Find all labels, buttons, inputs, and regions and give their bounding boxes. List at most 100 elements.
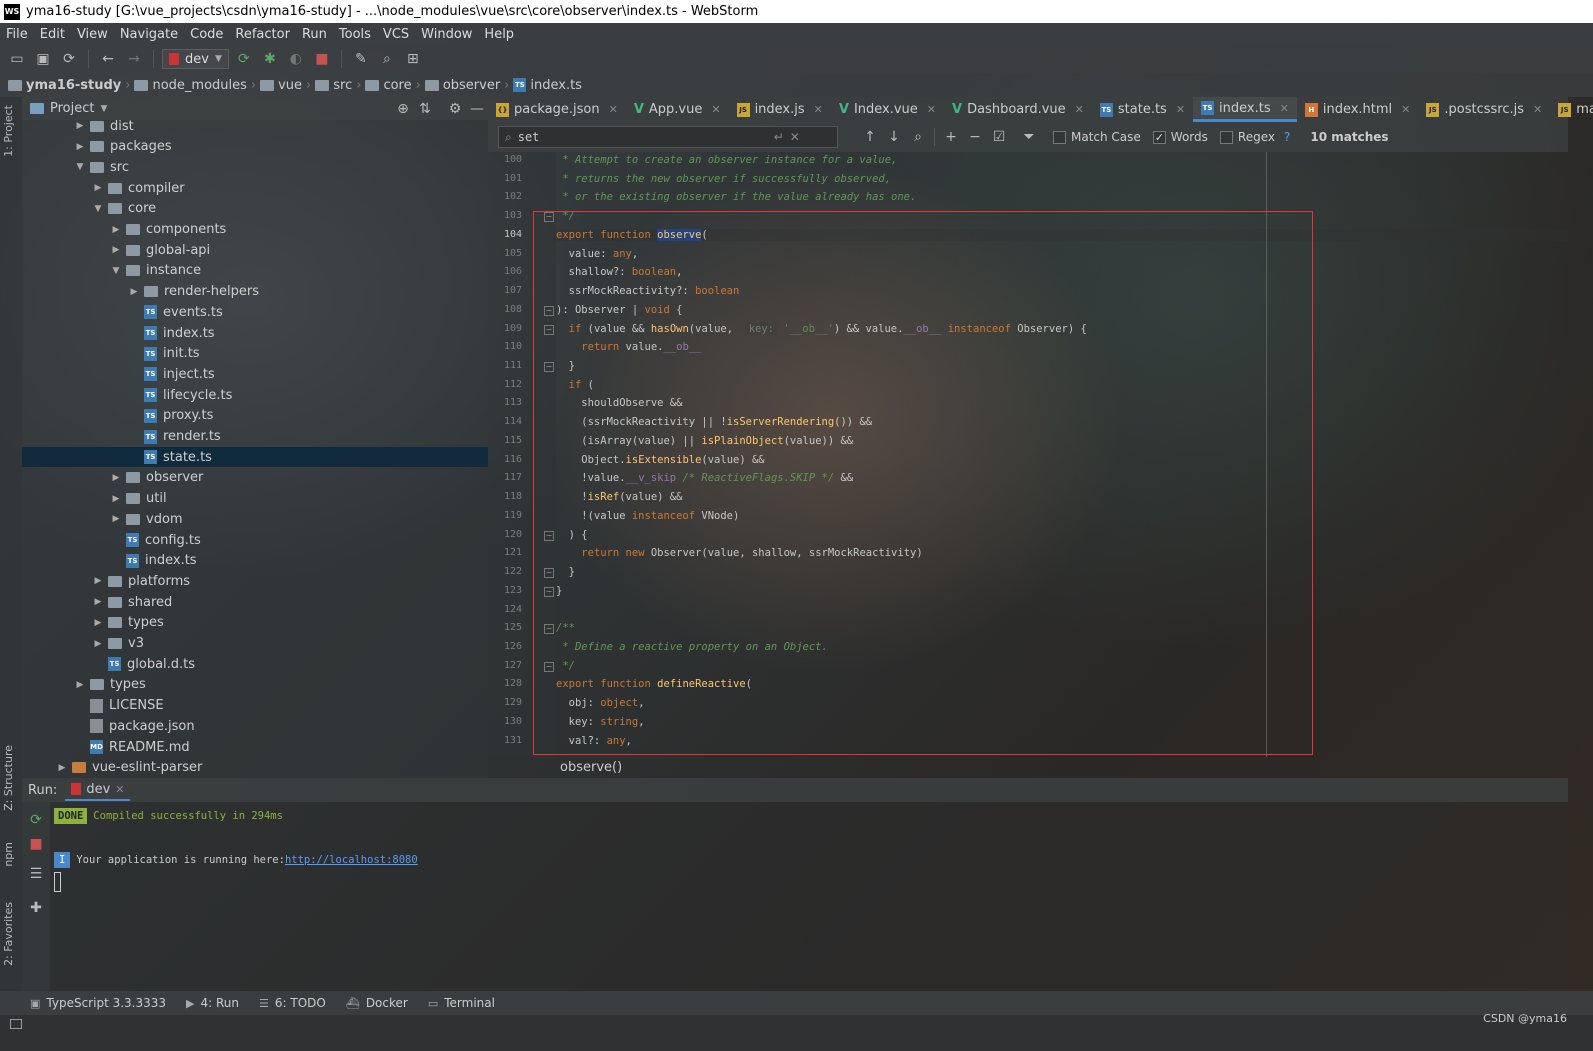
editor-tab[interactable]: Hindex.html ✕ xyxy=(1297,97,1419,122)
chevron-right-icon[interactable]: ▶ xyxy=(110,514,122,524)
tree-item[interactable]: ▶ compiler xyxy=(22,178,488,198)
menu-item-tools[interactable]: Tools xyxy=(333,27,377,42)
tree-item[interactable]: ▶ vue-eslint-parser xyxy=(22,758,488,778)
tree-item[interactable]: ▶ render-helpers xyxy=(22,282,488,302)
chevron-right-icon[interactable]: ▶ xyxy=(110,473,122,483)
project-tool-tab[interactable]: 1: Project xyxy=(2,105,15,157)
search-icon[interactable]: ⌕ xyxy=(505,130,512,145)
code-line[interactable]: shallow?: boolean, xyxy=(556,266,683,278)
code-line[interactable]: value: any, xyxy=(556,248,639,260)
tree-item[interactable]: ▶ types xyxy=(22,613,488,633)
run-config-select[interactable]: dev ▼ xyxy=(162,49,229,69)
words-checkbox[interactable]: ✓ Words xyxy=(1152,130,1208,144)
menu-item-view[interactable]: View xyxy=(71,27,114,42)
chevron-right-icon[interactable]: ▶ xyxy=(74,121,86,131)
code-line[interactable]: * or the existing observer if the value … xyxy=(556,191,916,203)
stop-icon[interactable]: ■ xyxy=(311,49,333,69)
code-line[interactable]: val?: any, xyxy=(556,735,632,747)
previous-match-icon[interactable]: ↑ xyxy=(858,129,882,145)
tree-item[interactable]: ▼ instance xyxy=(22,261,488,281)
tool-window-button[interactable]: ⛴ Docker xyxy=(346,996,408,1010)
rerun-icon[interactable]: ⟳ xyxy=(233,49,255,69)
editor-tab[interactable]: TS state.ts ✕ xyxy=(1092,97,1193,122)
chevron-right-icon[interactable]: ▶ xyxy=(92,618,104,628)
code-line[interactable]: obj: object, xyxy=(556,697,645,709)
code-line[interactable]: !(value instanceof VNode) xyxy=(556,510,739,522)
code-line[interactable]: */ xyxy=(556,660,575,672)
code-line[interactable]: return value.__ob__ xyxy=(556,341,701,353)
code-line[interactable]: ssrMockReactivity?: boolean xyxy=(556,285,740,297)
tree-item[interactable]: TS state.ts xyxy=(22,447,488,468)
locate-icon[interactable]: ⊕ xyxy=(392,99,414,119)
tree-item[interactable]: TS lifecycle.ts xyxy=(22,385,488,405)
close-icon[interactable]: ✕ xyxy=(927,103,936,116)
code-line[interactable]: (isArray(value) || isPlainObject(value))… xyxy=(556,435,853,447)
menu-item-window[interactable]: Window xyxy=(415,27,478,42)
code-line[interactable]: * Attempt to create an observer instance… xyxy=(556,154,897,166)
chevron-right-icon[interactable]: ▶ xyxy=(128,287,140,297)
tree-item[interactable]: TS global.d.ts xyxy=(22,654,488,674)
menu-item-help[interactable]: Help xyxy=(478,27,520,42)
tree-item[interactable]: ▼ core xyxy=(22,199,488,219)
breadcrumb-item[interactable]: TS index.ts xyxy=(513,78,582,93)
menu-item-refactor[interactable]: Refactor xyxy=(229,27,296,42)
chevron-right-icon[interactable]: ▶ xyxy=(92,597,104,607)
code-line[interactable]: !isRef(value) && xyxy=(556,491,682,503)
collapse-icon[interactable]: ⇅ xyxy=(414,99,436,119)
chevron-right-icon[interactable]: ▶ xyxy=(110,225,122,235)
chevron-right-icon[interactable]: ▶ xyxy=(92,639,104,649)
breadcrumb-item[interactable]: core xyxy=(365,78,412,93)
close-icon[interactable]: ✕ xyxy=(1280,102,1289,115)
coverage-icon[interactable]: ◐ xyxy=(285,49,307,69)
code-line[interactable]: } xyxy=(556,585,562,597)
wrench-icon[interactable]: ✎ xyxy=(350,49,372,69)
chevron-right-icon[interactable]: ▶ xyxy=(74,680,86,690)
editor-tab[interactable]: JSmain.js✕ xyxy=(1550,97,1593,122)
close-icon[interactable]: ✕ xyxy=(1533,103,1542,116)
tree-item[interactable]: ▶ components xyxy=(22,220,488,240)
chevron-right-icon[interactable]: ▶ xyxy=(74,142,86,152)
tree-item[interactable]: ▶ shared xyxy=(22,592,488,612)
tree-item[interactable]: ▶ observer xyxy=(22,468,488,488)
tree-item[interactable]: ▶ vdom xyxy=(22,509,488,529)
code-line[interactable]: } xyxy=(556,566,575,578)
tree-item[interactable]: ▶ platforms xyxy=(22,571,488,591)
code-line[interactable]: ) { xyxy=(556,529,588,541)
tool-window-button[interactable]: ▶ 4: Run xyxy=(186,996,239,1010)
rerun-icon[interactable]: ⟳ xyxy=(25,810,47,830)
code-line[interactable]: * returns the new observer if successful… xyxy=(556,173,891,185)
tree-item[interactable]: package.json xyxy=(22,716,488,736)
tree-item[interactable]: TS proxy.ts xyxy=(22,406,488,426)
close-icon[interactable]: ✕ xyxy=(1176,103,1185,116)
chevron-down-icon[interactable]: ▼ xyxy=(92,204,104,214)
code-line[interactable]: } xyxy=(556,360,575,372)
code-line[interactable]: key: string, xyxy=(556,716,645,728)
remove-occurrence-icon[interactable]: − xyxy=(963,129,987,145)
code-line[interactable]: * Define a reactive property on an Objec… xyxy=(556,641,828,653)
npm-tool-tab[interactable]: npm xyxy=(2,842,15,867)
code-line[interactable]: /** xyxy=(556,622,575,634)
layout-toggle-icon[interactable] xyxy=(10,1019,22,1029)
localhost-link[interactable]: http://localhost:8080 xyxy=(285,854,418,866)
gear-icon[interactable]: ⚙ xyxy=(444,99,466,119)
tree-item[interactable]: LICENSE xyxy=(22,696,488,716)
breadcrumb-item[interactable]: yma16-study xyxy=(8,78,121,93)
close-icon[interactable]: ✕ xyxy=(609,103,618,116)
fold-toggle-icon[interactable]: − xyxy=(544,324,554,335)
editor-tab[interactable]: V Dashboard.vue ✕ xyxy=(944,97,1092,122)
code-line[interactable]: Object.isExtensible(value) && xyxy=(556,454,764,466)
tool-window-button[interactable]: ▣ TypeScript 3.3.3333 xyxy=(30,996,166,1010)
tool-window-button[interactable]: ☰ 6: TODO xyxy=(259,996,326,1010)
fold-toggle-icon[interactable]: − xyxy=(544,568,554,579)
code-line[interactable]: */ xyxy=(556,210,575,222)
open-folder-icon[interactable]: ▭ xyxy=(6,49,28,69)
tree-item[interactable]: ▶ util xyxy=(22,489,488,509)
tree-item[interactable]: ▶ packages xyxy=(22,137,488,157)
fold-toggle-icon[interactable]: − xyxy=(544,305,554,316)
back-icon[interactable]: ← xyxy=(97,49,119,69)
save-icon[interactable]: ▣ xyxy=(32,49,54,69)
chevron-down-icon[interactable]: ▼ xyxy=(100,104,107,114)
chevron-down-icon[interactable]: ▼ xyxy=(110,266,122,276)
editor-tab[interactable]: {} package.json ✕ xyxy=(488,97,626,122)
breadcrumb-item[interactable]: node_modules xyxy=(134,78,247,93)
